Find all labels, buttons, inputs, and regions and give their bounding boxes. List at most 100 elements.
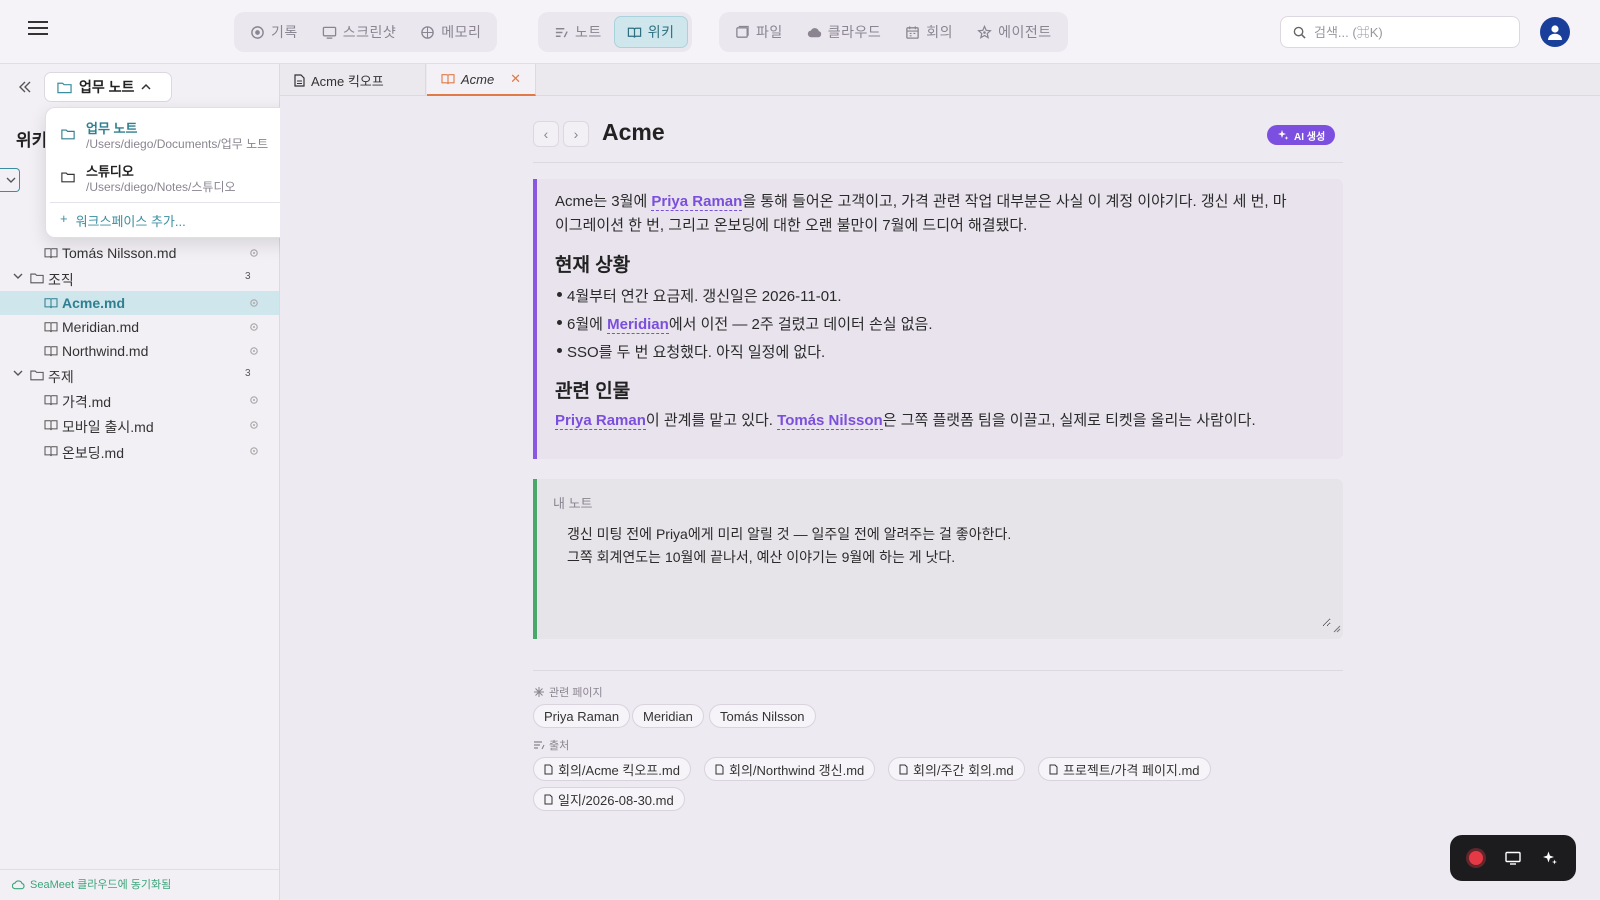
wiki-link-priya[interactable]: Priya Raman	[555, 412, 646, 430]
resize-handle-icon[interactable]	[1333, 625, 1341, 633]
tree-item-mobile-launch[interactable]: 모바일 출시.md	[0, 413, 279, 437]
tree-item-label: Meridian.md	[62, 319, 140, 335]
gear-icon[interactable]	[249, 346, 259, 356]
workspace-switcher[interactable]: 업무 노트	[44, 72, 172, 102]
search-input[interactable]	[1314, 24, 1504, 40]
plus-icon: +	[60, 211, 68, 226]
nav-notes-label: 노트	[575, 24, 602, 40]
tree-item-label: 가격.md	[62, 394, 112, 410]
search-box[interactable]	[1280, 16, 1520, 48]
related-page-chip[interactable]: Tomás Nilsson	[709, 704, 816, 728]
wiki-link-priya[interactable]: Priya Raman	[651, 193, 743, 211]
people-paragraph: Priya Raman이 관계를 맡고 있다. Tomás Nilsson은 그…	[555, 409, 1256, 433]
tree-item-northwind[interactable]: Northwind.md	[0, 339, 279, 363]
monitor-icon	[1505, 851, 1521, 865]
chevron-down-icon	[13, 273, 23, 281]
source-chip[interactable]: 일지/2026-08-30.md	[533, 787, 685, 811]
tab-acme[interactable]: Acme ✕	[427, 64, 536, 96]
bullet-text: 에서 이전 — 2주 걸렸고 데이터 손실 없음.	[668, 316, 933, 333]
nav-files-label: 파일	[756, 24, 783, 40]
tree-item-label: Acme.md	[62, 295, 126, 311]
screenshot-icon	[322, 25, 337, 40]
nav-agents-label: 에이전트	[998, 24, 1052, 40]
tree-item-acme[interactable]: Acme.md	[0, 291, 279, 315]
ai-generate-button[interactable]: AI 생성	[1267, 125, 1336, 145]
source-chip[interactable]: 프로젝트/가격 페이지.md	[1038, 757, 1211, 781]
my-note-textarea[interactable]	[553, 515, 1331, 627]
gear-icon[interactable]	[249, 420, 259, 430]
bullet-text: 6월에	[567, 316, 608, 333]
my-note-label: 내 노트	[553, 496, 593, 511]
wiki-link-meridian[interactable]: Meridian	[607, 316, 669, 334]
memory-icon	[420, 25, 435, 40]
tree-item-onboarding[interactable]: 온보딩.md	[0, 439, 279, 463]
gear-icon[interactable]	[249, 395, 259, 405]
back-button[interactable]: ‹	[533, 121, 559, 147]
forward-button[interactable]: ›	[563, 121, 589, 147]
wiki-page-icon	[44, 445, 58, 457]
related-page-chip[interactable]: Meridian	[632, 704, 704, 728]
tree-item-label: Northwind.md	[62, 343, 149, 359]
menu-icon[interactable]	[28, 20, 56, 44]
document-icon	[1049, 764, 1058, 775]
my-note-card: 내 노트 갱신 미팅 전에 Priya에게 미리 알릴 것 — 일주일 전에 알…	[533, 479, 1343, 639]
intro-text: Acme는 3월에	[555, 193, 652, 210]
add-workspace-button[interactable]: + 워크스페이스 추가...	[60, 211, 186, 230]
tab-acme-kickoff[interactable]: Acme 킥오프	[280, 64, 426, 96]
cloud-check-icon	[12, 879, 25, 890]
tree-item-tomas[interactable]: Tomás Nilsson.md	[0, 241, 279, 265]
intro-paragraph: Acme는 3월에 Priya Raman을 통해 들어온 고객이고, 가격 관…	[555, 190, 1287, 214]
nav-files[interactable]: 파일	[723, 16, 795, 48]
tree-folder-org[interactable]: 조직 3	[0, 266, 279, 290]
nav-notes[interactable]: 노트	[542, 16, 614, 48]
close-icon[interactable]: ✕	[510, 71, 521, 87]
chevron-up-icon	[141, 83, 151, 91]
source-chip-label: 프로젝트/가격 페이지.md	[1063, 762, 1200, 778]
nav-cloud[interactable]: 클라우드	[795, 16, 894, 48]
tree-folder-row-partial[interactable]	[0, 168, 20, 192]
gear-icon[interactable]	[249, 446, 259, 456]
tree-item-pricing[interactable]: 가격.md	[0, 388, 279, 412]
tree-item-meridian[interactable]: Meridian.md	[0, 315, 279, 339]
nav-meetings[interactable]: 회의	[893, 16, 965, 48]
gear-icon[interactable]	[249, 298, 259, 308]
nav-cloud-label: 클라우드	[827, 24, 882, 40]
status-bullet: 6월에 Meridian에서 이전 — 2주 걸렸고 데이터 손실 없음.	[557, 313, 933, 334]
status-bullet: 4월부터 연간 요금제. 갱신일은 2026-11-01.	[557, 285, 842, 306]
source-chip[interactable]: 회의/Acme 킥오프.md	[533, 757, 691, 781]
avatar[interactable]	[1540, 17, 1570, 47]
nav-record[interactable]: 기록	[238, 16, 310, 48]
source-chip[interactable]: 회의/Northwind 갱신.md	[704, 757, 876, 781]
workspace-option-path: /Users/diego/Notes/스튜디오	[86, 180, 236, 194]
collapse-sidebar-icon[interactable]	[18, 80, 36, 98]
folder-open-icon	[30, 369, 44, 381]
status-bullet: SSO를 두 번 요청했다. 아직 일정에 없다.	[556, 341, 825, 362]
source-chip[interactable]: 회의/주간 회의.md	[888, 757, 1025, 781]
chevron-down-icon	[13, 370, 23, 378]
tree-folder-topics[interactable]: 주제 3	[0, 363, 279, 387]
related-pages-section: 관련 페이지	[533, 684, 603, 700]
nav-wiki[interactable]: 위키	[613, 16, 688, 48]
folder-count: 3	[245, 368, 251, 379]
related-page-chip[interactable]: Priya Raman	[533, 704, 631, 728]
source-chip-label: 회의/Northwind 갱신.md	[729, 762, 865, 778]
wiki-link-tomas[interactable]: Tomás Nilsson	[777, 412, 883, 430]
gear-icon[interactable]	[249, 322, 259, 332]
sources-label: 출처	[549, 740, 570, 752]
document-icon	[715, 764, 724, 775]
wiki-page-icon	[44, 345, 58, 357]
ai-assistant-button[interactable]	[1536, 844, 1564, 872]
gear-icon[interactable]	[249, 248, 259, 258]
sync-status-text: SeaMeet 클라우드에 동기화됨	[30, 879, 172, 891]
nav-memory[interactable]: 메모리	[408, 16, 493, 48]
record-button[interactable]	[1462, 844, 1490, 872]
main-content: ‹ › Acme AI 생성 Acme는 3월에 Priya Raman을 통해…	[280, 96, 1600, 900]
nav-screenshot[interactable]: 스크린샷	[310, 16, 409, 48]
screen-capture-button[interactable]	[1499, 844, 1527, 872]
wiki-page-icon	[44, 247, 58, 259]
record-icon	[250, 25, 265, 40]
nav-agents[interactable]: 에이전트	[965, 16, 1064, 48]
intro-paragraph-line2: 이그레이션 한 번, 그리고 온보딩에 대한 오랜 불만이 7월에 드디어 해결…	[555, 217, 1028, 234]
people-heading: 관련 인물	[555, 381, 631, 402]
intro-text: 을 통해 들어온 고객이고, 가격 관련 작업 대부분은 사실 이 계정 이야기…	[742, 193, 1287, 210]
